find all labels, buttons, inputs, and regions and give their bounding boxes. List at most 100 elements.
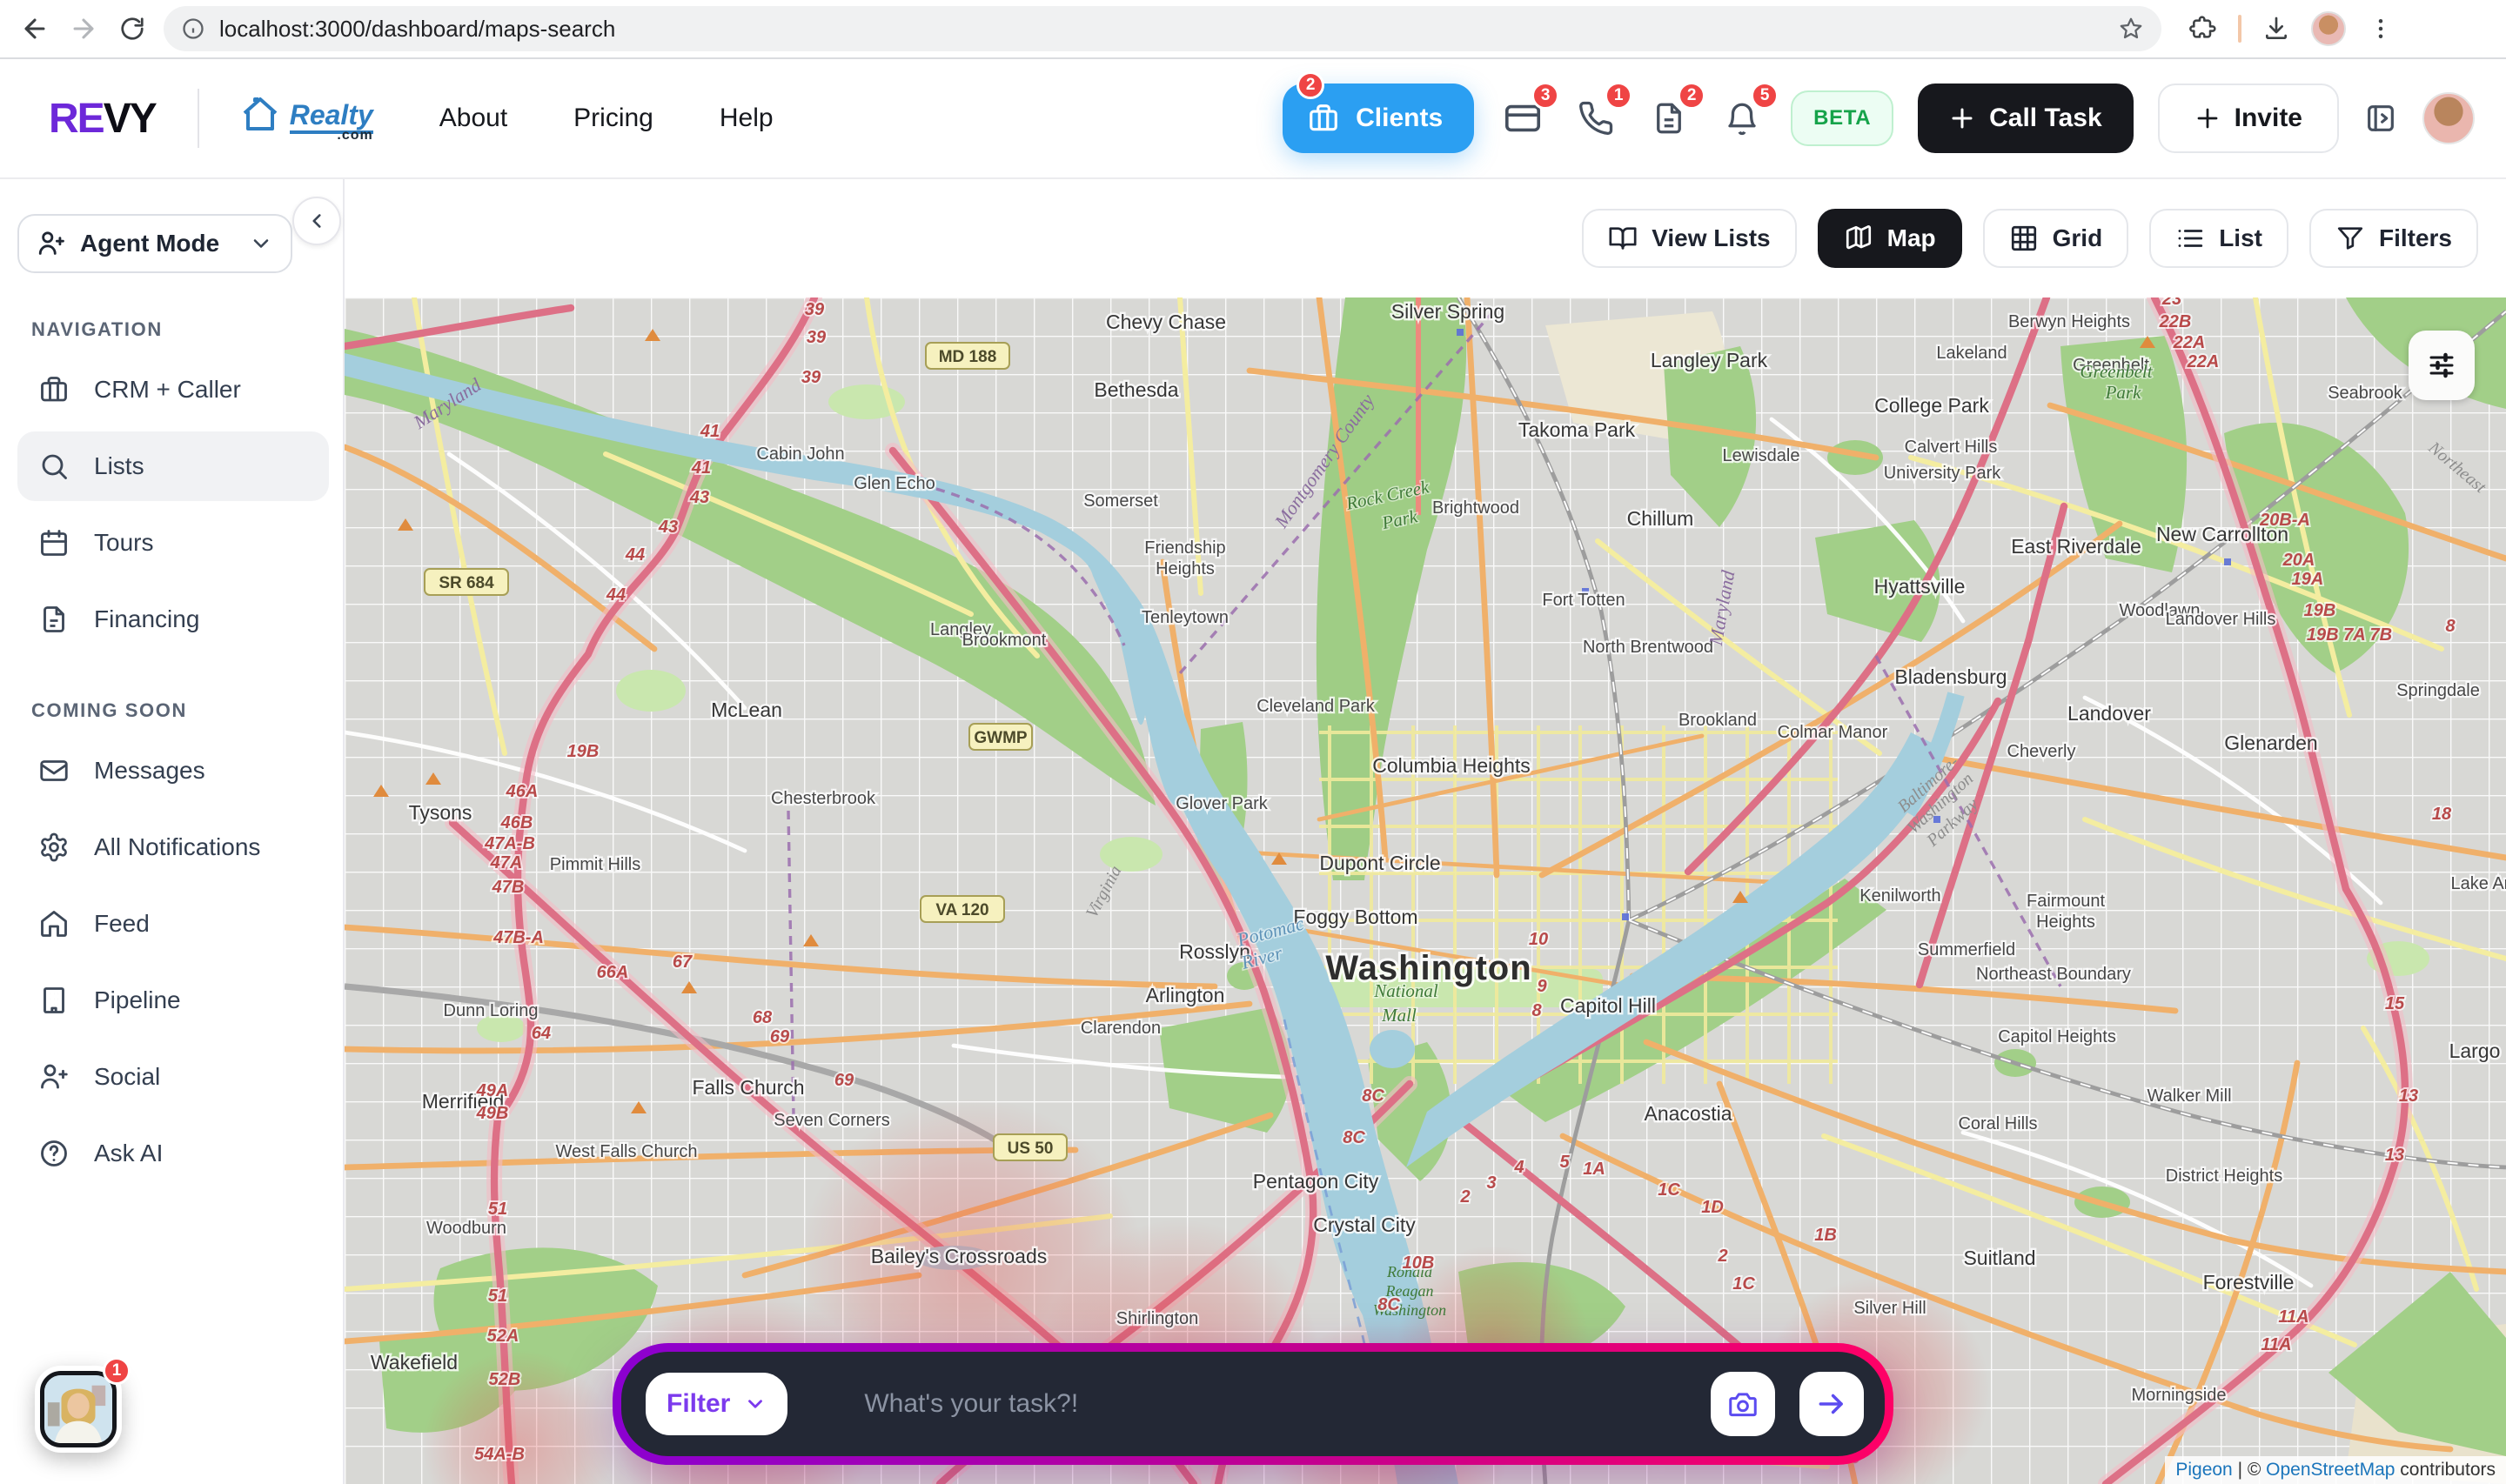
filter-dropdown[interactable]: Filter <box>646 1373 787 1435</box>
extensions-icon[interactable] <box>2186 11 2221 46</box>
url-text[interactable]: localhost:3000/dashboard/maps-search <box>219 16 2104 43</box>
camera-button[interactable] <box>1711 1372 1775 1436</box>
map-label: 8C <box>1362 1086 1384 1106</box>
filters-label: Filters <box>2379 224 2452 252</box>
map-label: Glen Echo <box>854 474 935 493</box>
kebab-menu-icon[interactable] <box>2363 11 2398 46</box>
grid-view-button[interactable]: Grid <box>1983 209 2129 268</box>
browser-profile-avatar[interactable] <box>2311 11 2346 46</box>
user-avatar[interactable] <box>2422 92 2475 144</box>
panel-toggle-icon[interactable] <box>2363 101 2398 136</box>
forward-icon[interactable] <box>66 11 101 46</box>
clients-button[interactable]: 2 Clients <box>1283 84 1474 153</box>
agent-mode-dropdown[interactable]: Agent Mode <box>17 214 292 273</box>
sidebar-item-lists[interactable]: Lists <box>17 431 329 501</box>
map-label: 67 <box>673 953 693 972</box>
sidebar-collapse-button[interactable] <box>292 197 341 245</box>
map-label: Tysons <box>409 801 472 824</box>
submit-task-button[interactable] <box>1799 1372 1864 1436</box>
map-label: Somerset <box>1083 491 1158 511</box>
file-text-icon <box>38 604 70 635</box>
download-icon[interactable] <box>2259 11 2294 46</box>
url-bar[interactable]: localhost:3000/dashboard/maps-search <box>164 6 2161 51</box>
map-canvas[interactable]: MD 188SR 684GWMPVA 120US 50 Chevy ChaseS… <box>345 297 2506 1484</box>
view-lists-button[interactable]: View Lists <box>1582 209 1796 268</box>
bookmark-star-icon[interactable] <box>2118 16 2144 42</box>
nav-about[interactable]: About <box>439 104 507 133</box>
book-open-icon <box>1608 224 1638 253</box>
sidebar-item-crm-caller[interactable]: CRM + Caller <box>17 355 329 424</box>
sidebar-item-tours[interactable]: Tours <box>17 508 329 578</box>
calls-button[interactable]: 1 <box>1571 94 1620 143</box>
map-label: 13 <box>2385 1146 2404 1165</box>
chevron-down-icon <box>744 1393 767 1415</box>
map-label: Capitol Hill <box>1560 994 1656 1017</box>
map-label: Calvert Hills <box>1905 438 1998 457</box>
sidebar-item-messages[interactable]: Messages <box>17 736 329 806</box>
map-label: 46A <box>506 782 539 801</box>
map-label: Lake Arb <box>2451 874 2506 893</box>
map-label: Heights <box>1156 559 1215 578</box>
payments-badge: 3 <box>1531 82 1559 110</box>
payments-button[interactable]: 3 <box>1498 94 1547 143</box>
map-settings-button[interactable] <box>2409 331 2475 400</box>
map-label: Morningside <box>2132 1386 2227 1405</box>
map-label: 8C <box>1377 1295 1400 1314</box>
video-call-widget[interactable]: 1 <box>35 1366 122 1453</box>
user-plus-icon <box>37 229 66 258</box>
content: View Lists Map Grid List Filters <box>345 179 2506 1484</box>
notifications-button[interactable]: 5 <box>1718 94 1766 143</box>
map-label: Northeast Boundary <box>1976 965 2131 984</box>
sidebar-item-pipeline[interactable]: Pipeline <box>17 966 329 1035</box>
revy-logo[interactable]: REVY <box>49 95 156 143</box>
nav-pricing[interactable]: Pricing <box>573 104 653 133</box>
map-label: 1C <box>1732 1274 1755 1293</box>
map-label: Arlington <box>1146 984 1225 1006</box>
sidebar-item-ask-ai[interactable]: Ask AI <box>17 1119 329 1188</box>
osm-link[interactable]: OpenStreetMap <box>2266 1460 2395 1480</box>
map-label: 19B <box>2304 601 2336 620</box>
map-label: 52A <box>487 1327 519 1346</box>
invite-button[interactable]: Invite <box>2158 84 2339 153</box>
video-call-frame <box>40 1371 117 1447</box>
sidebar-item-financing[interactable]: Financing <box>17 585 329 654</box>
map-icon <box>1844 224 1873 253</box>
map-label: 22A <box>2187 352 2220 371</box>
map-label: North Brentwood <box>1583 638 1713 657</box>
map-view-button[interactable]: Map <box>1818 209 1962 268</box>
sidebar-item-social[interactable]: Social <box>17 1042 329 1112</box>
map-label: 1C <box>1658 1180 1680 1200</box>
realty-logo[interactable]: Realty .com <box>238 94 373 143</box>
map-label: 44 <box>625 545 645 565</box>
map-label: Foggy Bottom <box>1293 906 1417 928</box>
main: Agent Mode NAVIGATION CRM + Caller Lists… <box>0 179 2506 1484</box>
sidebar-item-all-notifications[interactable]: All Notifications <box>17 812 329 882</box>
nav-help[interactable]: Help <box>720 104 774 133</box>
map-label: Capitol Heights <box>1998 1027 2116 1046</box>
clients-badge: 2 <box>1297 71 1324 99</box>
pigeon-link[interactable]: Pigeon <box>2175 1460 2232 1480</box>
reload-icon[interactable] <box>115 11 150 46</box>
map-label: 11A <box>2261 1335 2291 1354</box>
map-label: 51 <box>488 1287 507 1306</box>
map-label: Colmar Manor <box>1778 723 1888 742</box>
back-icon[interactable] <box>17 11 52 46</box>
map-label: Berwyn Heights <box>2008 312 2130 331</box>
list-view-label: List <box>2219 224 2262 252</box>
filters-button[interactable]: Filters <box>2309 209 2478 268</box>
route-shield: SR 684 <box>425 569 508 595</box>
call-task-button[interactable]: Call Task <box>1918 84 2134 153</box>
svg-text:MD 188: MD 188 <box>939 348 997 366</box>
map-label: 43 <box>658 518 678 537</box>
list-view-button[interactable]: List <box>2149 209 2288 268</box>
filter-label: Filter <box>667 1389 730 1419</box>
map-label: 51 <box>488 1200 507 1219</box>
plus-icon <box>1949 105 1975 131</box>
sidebar-item-feed[interactable]: Feed <box>17 889 329 959</box>
documents-button[interactable]: 2 <box>1645 94 1693 143</box>
task-input[interactable] <box>864 1389 1686 1419</box>
map-label: Friendship <box>1144 538 1225 558</box>
map-label: 49B <box>476 1104 509 1123</box>
map-label: Landover <box>2067 702 2151 725</box>
site-info-icon[interactable] <box>181 17 205 41</box>
